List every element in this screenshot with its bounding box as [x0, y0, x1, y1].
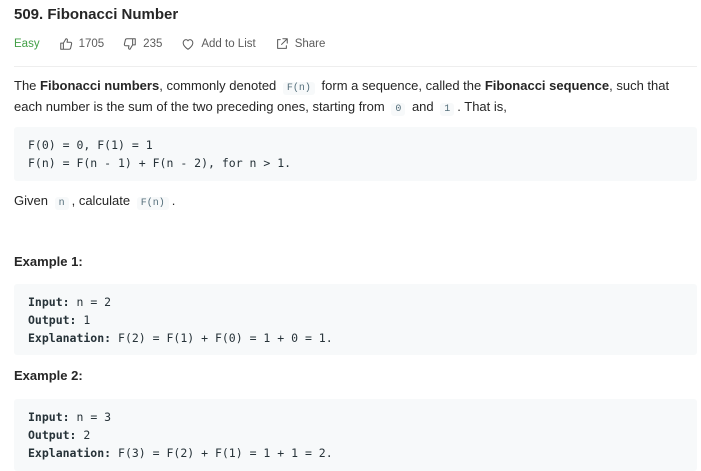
formula-code-block: F(0) = 0, F(1) = 1 F(n) = F(n - 1) + F(n…: [14, 127, 697, 181]
like-count: 1705: [78, 38, 105, 50]
explanation-value: F(3) = F(2) + F(1) = 1 + 1 = 2.: [111, 446, 333, 460]
output-value: 1: [76, 313, 91, 327]
dislike-count: 235: [143, 38, 163, 50]
term-fibonacci-sequence: Fibonacci sequence: [484, 78, 610, 93]
formula-line: F(0) = 0, F(1) = 1: [28, 138, 153, 152]
term-fibonacci-numbers: Fibonacci numbers: [40, 78, 160, 93]
example-1-heading: Example 1:: [14, 254, 83, 269]
dislike-button[interactable]: 235: [123, 37, 162, 51]
input-label: Input:: [28, 295, 70, 309]
difficulty-badge: Easy: [14, 38, 40, 50]
share-label: Share: [294, 38, 326, 50]
inline-code: n: [54, 197, 69, 210]
example-2-heading: Example 2:: [14, 368, 83, 383]
add-to-list-label: Add to List: [201, 38, 256, 50]
problem-meta-bar: Easy 1705 235 Add to List Share: [14, 36, 344, 52]
explanation-value: F(2) = F(1) + F(0) = 1 + 0 = 1.: [111, 331, 333, 345]
thumbs-down-icon: [124, 38, 136, 50]
text-segment: The: [14, 78, 41, 93]
output-label: Output:: [28, 313, 77, 327]
explanation-label: Explanation:: [28, 331, 112, 345]
given-paragraph: Given n, calculate F(n).: [14, 192, 697, 213]
header-divider: [14, 66, 697, 67]
input-value: n = 3: [69, 410, 112, 424]
text-segment: . That is,: [457, 99, 507, 114]
text-segment: .: [171, 193, 176, 208]
input-label: Input:: [28, 410, 70, 424]
description-paragraph: The Fibonacci numbers, commonly denoted …: [14, 77, 697, 119]
text-segment: and: [408, 99, 438, 114]
text-segment: , calculate: [71, 193, 134, 208]
input-value: n = 2: [69, 295, 112, 309]
output-value: 2: [76, 428, 91, 442]
inline-code: 1: [440, 103, 455, 116]
example-1-code-block: Input: n = 2 Output: 1 Explanation: F(2)…: [14, 284, 697, 355]
example-2-code-block: Input: n = 3 Output: 2 Explanation: F(3)…: [14, 399, 697, 471]
heart-icon: [183, 39, 194, 50]
inline-code: F(n): [136, 197, 169, 210]
explanation-label: Explanation:: [28, 446, 112, 460]
thumbs-up-icon: [59, 38, 72, 50]
share-button[interactable]: Share: [275, 37, 326, 51]
inline-code: F(n): [282, 82, 315, 95]
inline-code: 0: [391, 103, 406, 116]
output-label: Output:: [28, 428, 77, 442]
like-button[interactable]: 1705: [59, 37, 105, 51]
formula-line: F(n) = F(n - 1) + F(n - 2), for n > 1.: [28, 156, 292, 170]
problem-title: 509. Fibonacci Number: [14, 6, 179, 23]
text-segment: Given: [14, 193, 52, 208]
share-icon: [276, 38, 288, 49]
text-segment: , commonly denoted: [159, 78, 280, 93]
add-to-list-button[interactable]: Add to List: [181, 37, 256, 51]
text-segment: form a sequence, called the: [317, 78, 485, 93]
